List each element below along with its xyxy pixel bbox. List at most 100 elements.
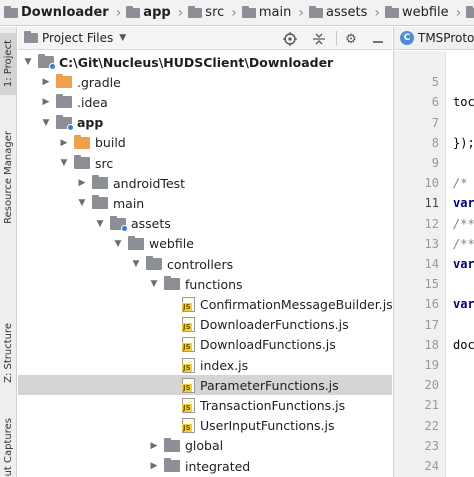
tree-item[interactable]: JS DownloaderFunctions.js bbox=[18, 315, 392, 335]
gear-icon[interactable]: ⚙ bbox=[342, 30, 360, 48]
tree-item-label: UserInputFunctions.js bbox=[200, 418, 335, 434]
tree-item[interactable]: JS UserInputFunctions.js bbox=[18, 416, 392, 436]
tree-item-label: src bbox=[95, 155, 114, 171]
code-line[interactable]: }); bbox=[453, 136, 474, 150]
tree-item[interactable]: ▶ build bbox=[18, 133, 392, 153]
expand-arrow-icon[interactable]: ▼ bbox=[76, 197, 88, 209]
folder-icon bbox=[24, 31, 38, 43]
structure-tool-tab[interactable]: Z: Structure bbox=[0, 317, 16, 389]
folder-icon bbox=[308, 5, 323, 18]
code-line[interactable]: var bbox=[453, 297, 474, 311]
arrow-spacer bbox=[166, 359, 178, 371]
javascript-file-icon: JS bbox=[182, 418, 195, 434]
tree-item[interactable]: JS ConfirmationMessageBuilder.js bbox=[18, 294, 392, 314]
breadcrumb-separator: › bbox=[455, 4, 462, 21]
chevron-down-icon[interactable]: ▼ bbox=[119, 33, 126, 43]
line-number: 16 bbox=[424, 297, 439, 312]
tree-item-label: DownloadFunctions.js bbox=[200, 337, 336, 353]
line-number: 22 bbox=[424, 418, 439, 433]
code-line[interactable]: /** bbox=[453, 237, 474, 251]
tree-item-label: webfile bbox=[149, 236, 194, 252]
breadcrumb-item[interactable]: main bbox=[241, 0, 295, 25]
tree-item[interactable]: ▼ C:\Git\Nucleus\HUDSClient\Downloader bbox=[18, 52, 392, 72]
line-number: 5 bbox=[431, 75, 439, 90]
collapse-arrow-icon[interactable]: ▶ bbox=[76, 177, 88, 189]
project-view-selector[interactable]: Project Files bbox=[42, 31, 113, 45]
expand-arrow-icon[interactable]: ▼ bbox=[130, 258, 142, 270]
tree-item[interactable]: ▶ .gradle bbox=[18, 72, 392, 92]
expand-arrow-icon[interactable]: ▼ bbox=[112, 238, 124, 250]
collapse-arrow-icon[interactable]: ▶ bbox=[148, 440, 160, 452]
line-number: 11 bbox=[424, 196, 439, 211]
collapse-arrow-icon[interactable]: ▶ bbox=[148, 460, 160, 472]
collapse-all-icon[interactable] bbox=[310, 30, 328, 48]
tree-item[interactable]: ▶ global bbox=[18, 436, 392, 456]
breadcrumb-separator: › bbox=[231, 4, 237, 21]
breadcrumb-item[interactable]: controllers bbox=[466, 0, 474, 25]
javascript-file-icon: JS bbox=[182, 317, 195, 333]
code-line[interactable]: /** bbox=[453, 217, 474, 231]
expand-arrow-icon[interactable]: ▼ bbox=[22, 56, 34, 68]
c-file-icon: C bbox=[400, 31, 414, 45]
code-editor[interactable]: toc}); /* var /** /** var var doc bbox=[447, 51, 474, 477]
tree-item[interactable]: ▼ functions bbox=[18, 274, 392, 294]
expand-arrow-icon[interactable]: ▼ bbox=[94, 218, 106, 230]
project-tool-tab[interactable]: 1: Project bbox=[0, 33, 16, 95]
tree-item[interactable]: ▼ assets bbox=[18, 214, 392, 234]
javascript-file-icon: JS bbox=[182, 377, 195, 393]
javascript-file-icon: JS bbox=[182, 397, 195, 413]
tree-item[interactable]: ▼ app bbox=[18, 113, 392, 133]
module-badge-icon bbox=[49, 63, 56, 70]
tree-item[interactable]: JS TransactionFunctions.js bbox=[18, 395, 392, 415]
breadcrumb-label: webfile bbox=[401, 5, 449, 20]
captures-tab-label: ut Captures bbox=[2, 417, 14, 477]
code-line[interactable]: var bbox=[453, 196, 474, 210]
breadcrumb-item[interactable]: Downloader bbox=[4, 0, 113, 25]
tree-item[interactable]: JS DownloadFunctions.js bbox=[18, 335, 392, 355]
tree-item[interactable]: ▶ androidTest bbox=[18, 173, 392, 193]
arrow-spacer bbox=[166, 420, 178, 432]
breadcrumb-item[interactable]: src bbox=[188, 0, 228, 25]
expand-arrow-icon[interactable]: ▼ bbox=[40, 117, 52, 129]
line-number-gutter: 5 6 7 8 9 10 11 12 13 14 15 16 17 18 19 20 21 22 23 24 bbox=[393, 51, 446, 477]
breadcrumb-item[interactable]: assets bbox=[308, 0, 371, 25]
expand-arrow-icon[interactable]: ▼ bbox=[58, 157, 70, 169]
breadcrumb-item[interactable]: webfile bbox=[384, 0, 453, 25]
tree-item[interactable]: JS ParameterFunctions.js bbox=[18, 375, 392, 396]
tree-item[interactable]: JS index.js bbox=[18, 355, 392, 375]
collapse-arrow-icon[interactable]: ▶ bbox=[40, 76, 52, 88]
editor-tab[interactable]: C TMSProto bbox=[394, 31, 474, 45]
breadcrumb-label: Downloader bbox=[21, 5, 109, 20]
header-divider bbox=[336, 31, 337, 46]
code-line[interactable]: var bbox=[453, 257, 474, 271]
tree-item[interactable]: ▶ .idea bbox=[18, 92, 392, 112]
arrow-spacer bbox=[166, 399, 178, 411]
line-number: 17 bbox=[424, 317, 439, 332]
collapse-arrow-icon[interactable]: ▶ bbox=[58, 137, 70, 149]
tree-item[interactable]: ▼ src bbox=[18, 153, 392, 173]
folder-icon bbox=[466, 5, 474, 18]
line-number: 15 bbox=[424, 277, 439, 292]
js-glyph: JS bbox=[182, 383, 192, 392]
minimize-icon[interactable] bbox=[369, 30, 387, 48]
tree-item-label: integrated bbox=[185, 458, 251, 474]
tree-item[interactable]: ▼ webfile bbox=[18, 234, 392, 254]
folder-icon bbox=[241, 5, 256, 18]
expand-arrow-icon[interactable]: ▼ bbox=[148, 278, 160, 290]
structure-tab-label: Z: Structure bbox=[2, 323, 14, 383]
tree-item[interactable]: ▼ main bbox=[18, 193, 392, 213]
line-number: 8 bbox=[431, 135, 439, 150]
tree-item[interactable]: ▼ controllers bbox=[18, 254, 392, 274]
code-line[interactable]: toc bbox=[453, 95, 474, 109]
code-line[interactable]: /* bbox=[453, 176, 467, 190]
breadcrumb-item[interactable]: app bbox=[126, 0, 174, 25]
tree-item[interactable]: ▶ integrated bbox=[18, 456, 392, 476]
tree-item-label: .idea bbox=[77, 94, 108, 110]
resource-manager-tool-tab[interactable]: Resource Manager bbox=[0, 121, 16, 233]
layout-captures-tool-tab[interactable]: ut Captures bbox=[0, 417, 16, 477]
arrow-spacer bbox=[166, 298, 178, 310]
code-line[interactable]: doc bbox=[453, 338, 474, 352]
tree-item-label: assets bbox=[131, 216, 171, 232]
collapse-arrow-icon[interactable]: ▶ bbox=[40, 96, 52, 108]
locate-icon[interactable] bbox=[281, 30, 299, 48]
